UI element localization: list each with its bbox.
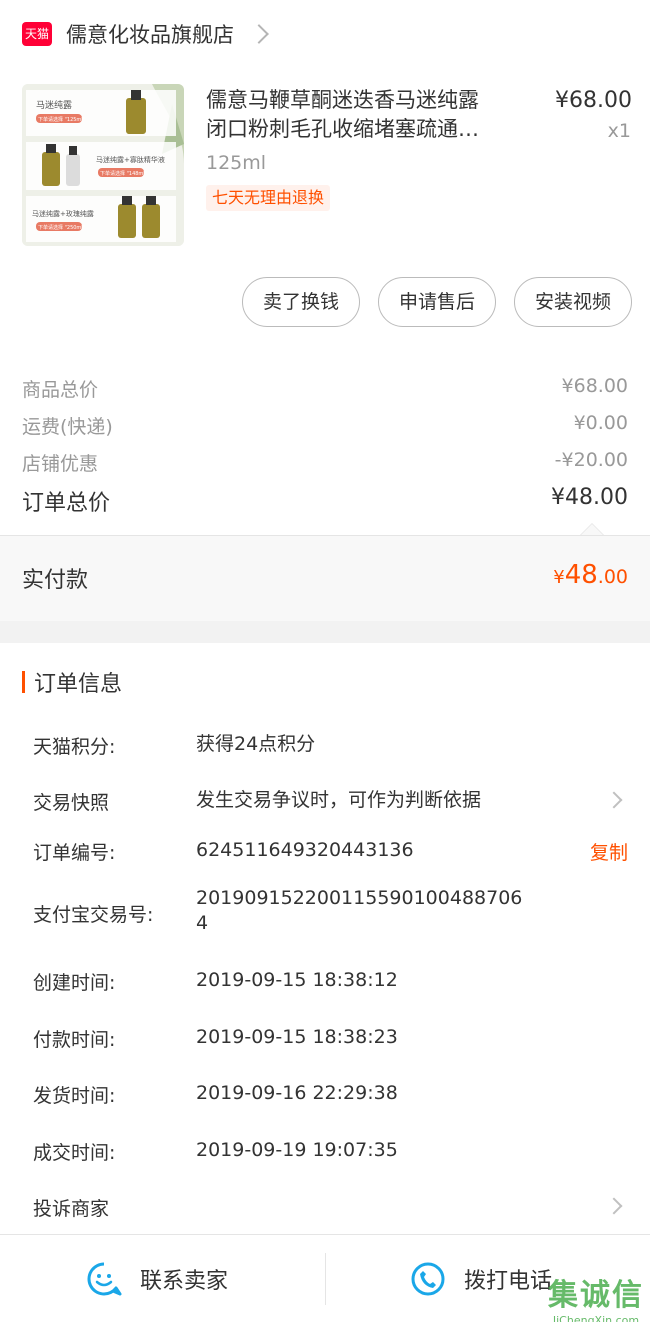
order-actions: 卖了换钱 申请售后 安装视频 [241, 277, 632, 327]
sell-button[interactable]: 卖了换钱 [241, 277, 360, 327]
chevron-right-icon[interactable] [605, 1197, 623, 1215]
actual-payment-box: 实付款 ¥48.00 [0, 535, 650, 621]
phone-icon [411, 1262, 445, 1296]
order-info-title: 订单信息 [34, 672, 123, 697]
thumb-pill-1: 下单请选择 "125ml" [38, 116, 85, 123]
alipay-trade-no-label: 支付宝交易号: [33, 904, 154, 926]
summary-value: -¥20.00 [554, 449, 628, 471]
summary-label: 运费(快递) [22, 416, 113, 438]
summary-row-shipping: 运费(快递) ¥0.00 [22, 412, 628, 439]
chat-smile-icon [87, 1262, 122, 1296]
contact-seller-label: 联系卖家 [140, 1269, 229, 1294]
section-divider [0, 621, 650, 643]
section-accent-bar [22, 671, 25, 693]
snapshot-label[interactable]: 交易快照 [33, 788, 109, 815]
created-time-value: 2019-09-15 18:38:12 [196, 969, 398, 991]
actual-payment-amount: ¥48.00 [553, 560, 628, 590]
completed-time-label: 成交时间: [33, 1142, 116, 1164]
amount-integer: 48 [564, 560, 598, 590]
shipped-time-value: 2019-09-16 22:29:38 [196, 1082, 398, 1104]
tmall-points-label: 天猫积分: [33, 736, 116, 758]
product-title-line-1: 儒意马鞭草酮迷迭香马迷纯露 [206, 88, 479, 112]
chevron-right-icon[interactable] [249, 24, 269, 44]
summary-value: ¥0.00 [573, 412, 628, 434]
summary-row-discount: 店铺优惠 -¥20.00 [22, 449, 628, 476]
store-name[interactable]: 儒意化妆品旗舰店 [66, 19, 234, 49]
product-quantity: x1 [607, 120, 631, 142]
order-total-value: ¥48.00 [551, 485, 628, 510]
alipay-trade-no-value: 201909152200115590100488706 4 [196, 886, 522, 936]
product-title[interactable]: 儒意马鞭草酮迷迭香马迷纯露 闭口粉刺毛孔收缩堵塞疏通… [206, 86, 526, 144]
alipay-trade-no-line-2: 4 [196, 912, 209, 934]
order-total-label: 订单总价 [22, 491, 111, 516]
summary-label: 商品总价 [22, 379, 99, 401]
store-header[interactable]: 天猫 儒意化妆品旗舰店 [0, 0, 650, 68]
tmall-points-value: 获得24点积分 [196, 733, 316, 755]
summary-row-subtotal: 商品总价 ¥68.00 [22, 375, 628, 402]
product-thumbnail-art: 马迷纯露 马迷纯露+寡肽精华液 马迷纯露+玫瑰纯露 下单请选择 "125ml" … [22, 84, 184, 246]
site-watermark: 集诚信 JiChengXin.com [548, 1270, 644, 1322]
snapshot-value[interactable]: 发生交易争议时，可作为判断依据 [196, 788, 481, 813]
install-video-button[interactable]: 安装视频 [513, 277, 632, 327]
product-card[interactable]: 马迷纯露 马迷纯露+寡肽精华液 马迷纯露+玫瑰纯露 下单请选择 "125ml" … [0, 84, 650, 254]
summary-value: ¥68.00 [561, 375, 628, 397]
call-button[interactable]: 拨打电话 [410, 1235, 552, 1322]
order-info-header: 订单信息 [22, 668, 123, 697]
after-sale-button[interactable]: 申请售后 [377, 277, 496, 327]
return-policy-tag: 七天无理由退换 [206, 185, 331, 211]
actual-payment-label: 实付款 [22, 568, 89, 593]
alipay-trade-no-line-1: 201909152200115590100488706 [196, 887, 523, 909]
bottom-separator [325, 1253, 326, 1305]
summary-row-total: 订单总价 ¥48.00 [22, 485, 628, 517]
watermark-url: JiChengXin.com [552, 1314, 640, 1322]
copy-button[interactable]: 复制 [590, 838, 628, 865]
pointer-arrow [580, 523, 604, 535]
product-title-line-2: 闭口粉刺毛孔收缩堵塞疏通… [206, 117, 479, 141]
order-number-label: 订单编号: [33, 842, 116, 864]
chevron-right-icon[interactable] [605, 791, 623, 809]
summary-label: 店铺优惠 [22, 453, 99, 475]
paid-time-label: 付款时间: [33, 1029, 116, 1051]
thumb-label-2: 马迷纯露+寡肽精华液 [96, 155, 165, 164]
paid-time-value: 2019-09-15 18:38:23 [196, 1026, 398, 1048]
watermark-text: 集诚信 [548, 1278, 644, 1313]
product-price: ¥68.00 [555, 88, 632, 113]
thumb-label-3: 马迷纯露+玫瑰纯露 [32, 209, 94, 218]
shipped-time-label: 发货时间: [33, 1085, 116, 1107]
completed-time-value: 2019-09-19 19:07:35 [196, 1139, 398, 1161]
thumb-label-1: 马迷纯露 [36, 99, 72, 111]
amount-decimal: .00 [597, 566, 628, 588]
thumb-pill-3: 下单请选择 "250ml" [38, 224, 85, 231]
complain-seller-link[interactable]: 投诉商家 [33, 1194, 109, 1221]
product-spec: 125ml [206, 152, 267, 174]
order-number-value: 624511649320443136 [196, 839, 414, 861]
thumb-pill-2: 下单请选择 "148ml" [100, 170, 147, 177]
currency-symbol: ¥ [553, 567, 565, 588]
call-label: 拨打电话 [464, 1269, 553, 1294]
product-image[interactable]: 马迷纯露 马迷纯露+寡肽精华液 马迷纯露+玫瑰纯露 下单请选择 "125ml" … [22, 84, 184, 246]
created-time-label: 创建时间: [33, 972, 116, 994]
contact-seller-button[interactable]: 联系卖家 [86, 1235, 228, 1322]
tmall-logo: 天猫 [22, 22, 52, 46]
